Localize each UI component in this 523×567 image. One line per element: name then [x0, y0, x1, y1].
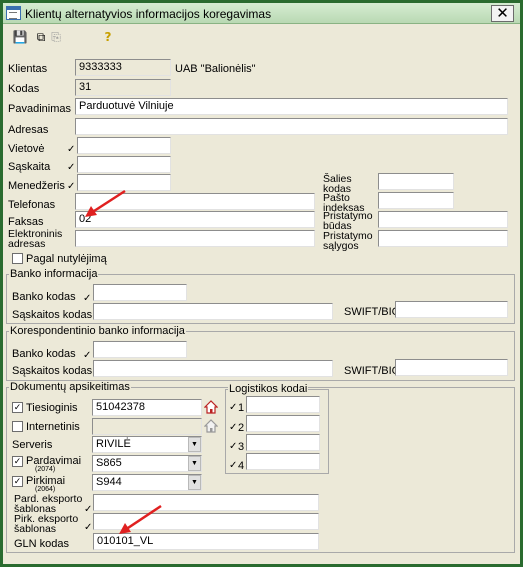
- tiesioginis-field[interactable]: 51042378: [92, 399, 202, 416]
- banko-kodas-field[interactable]: [93, 284, 187, 301]
- koresp-saskaitos-kodas-label: Sąskaitos kodas: [12, 365, 93, 377]
- faksas-label: Faksas: [8, 216, 44, 228]
- banko-swift-label: SWIFT/BIC: [344, 306, 400, 318]
- salies-kodas-field[interactable]: [378, 173, 454, 190]
- vietove-label: Vietovė: [8, 143, 45, 155]
- banko-swift-field[interactable]: [395, 301, 508, 318]
- serveris-label: Serveris: [12, 439, 53, 451]
- window-title: Klientų alternatyvios informacijos koreg…: [25, 7, 272, 21]
- adresas-label: Adresas: [8, 124, 49, 136]
- logistikos-1-field[interactable]: [246, 396, 320, 413]
- pard-eksporto-required-icon: ✓: [84, 504, 93, 515]
- pasto-indeksas-field[interactable]: [378, 192, 454, 209]
- banko-saskaitos-kodas-label: Sąskaitos kodas: [12, 309, 93, 321]
- el-adresas-label: Elektroninis adresas: [8, 228, 63, 250]
- logistikos-2-field[interactable]: [246, 415, 320, 432]
- vietove-field[interactable]: [77, 137, 171, 154]
- pirk-eksporto-required-icon: ✓: [84, 522, 93, 533]
- pirk-eksporto-label: Pirk. eksporto šablonas: [14, 513, 79, 535]
- telefonas-label: Telefonas: [8, 199, 56, 211]
- kodas-label: Kodas: [8, 83, 40, 95]
- el-adresas-field[interactable]: [75, 230, 315, 247]
- house-edit-icon[interactable]: [203, 400, 219, 414]
- pardavimai-checkbox[interactable]: ✓: [12, 456, 23, 467]
- menedzeris-required-icon: ✓: [67, 181, 76, 192]
- pirkimai-select[interactable]: S944: [92, 474, 202, 491]
- dokumentu-title: Dokumentų apsikeitimas: [9, 381, 131, 393]
- logistikos-4-field[interactable]: [246, 453, 320, 470]
- logistikos-2-check-icon: ✓: [229, 422, 238, 433]
- koresp-banko-kodas-required-icon: ✓: [83, 350, 92, 361]
- logistikos-4-num: 4: [238, 460, 245, 472]
- help-icon[interactable]: ?: [99, 29, 117, 45]
- menedzeris-label: Menedžeris: [8, 180, 65, 192]
- arrow-annotation-gln: [119, 504, 162, 534]
- banko-info-title: Banko informacija: [9, 268, 99, 280]
- toolbar: 💾 ⧉ ⎘ ?: [3, 25, 520, 47]
- title-bar: Klientų alternatyvios informacijos koreg…: [3, 3, 520, 24]
- logistikos-1-check-icon: ✓: [229, 402, 238, 413]
- pagal-nutylejima-label: Pagal nutylėjimą: [26, 253, 107, 265]
- tiesioginis-checkbox[interactable]: ✓: [12, 402, 23, 413]
- banko-kodas-label: Banko kodas: [12, 291, 76, 303]
- close-button[interactable]: ✕: [491, 5, 514, 22]
- vietove-required-icon: ✓: [67, 144, 76, 155]
- logistikos-3-field[interactable]: [246, 434, 320, 451]
- pirkimai-dropdown-icon[interactable]: ▼: [188, 475, 201, 490]
- save-icon[interactable]: 💾: [11, 29, 29, 45]
- internetinis-field[interactable]: [92, 418, 202, 435]
- pavadinimas-label: Pavadinimas: [8, 103, 71, 115]
- logistikos-1-num: 1: [238, 402, 245, 414]
- pardavimai-select[interactable]: S865: [92, 455, 202, 472]
- house-edit-icon-disabled[interactable]: [203, 419, 219, 433]
- window-form-icon: [6, 6, 21, 20]
- arrow-annotation-faksas: [85, 189, 126, 217]
- salies-kodas-label: Šalies kodas: [323, 173, 352, 195]
- serveris-dropdown-icon[interactable]: ▼: [188, 437, 201, 452]
- dialog-window: Klientų alternatyvios informacijos koreg…: [0, 0, 523, 567]
- koresp-swift-field[interactable]: [395, 359, 508, 376]
- pristatymo-salygos-field[interactable]: [378, 230, 508, 247]
- saskaita-field[interactable]: [77, 156, 171, 173]
- tiesioginis-label: Tiesioginis: [26, 402, 78, 414]
- koresp-banko-title: Korespondentinio banko informacija: [9, 325, 186, 337]
- pard-eksporto-label: Pard. eksporto šablonas: [14, 493, 83, 515]
- pirkimai-checkbox[interactable]: ✓: [12, 476, 23, 487]
- pristatymo-budas-field[interactable]: [378, 211, 508, 228]
- logistikos-3-check-icon: ✓: [229, 441, 238, 452]
- serveris-select[interactable]: RIVILĖ: [92, 436, 202, 453]
- pagal-nutylejima-checkbox[interactable]: [12, 253, 23, 264]
- internetinis-label: Internetinis: [26, 421, 80, 433]
- pirkimai-code: (2064): [35, 486, 56, 493]
- pavadinimas-field[interactable]: Parduotuvė Vilniuje: [75, 98, 508, 115]
- internetinis-checkbox[interactable]: [12, 421, 23, 432]
- logistikos-2-num: 2: [238, 422, 245, 434]
- pristatymo-salygos-label: Pristatymo sąlygos: [323, 230, 373, 252]
- logistikos-3-num: 3: [238, 441, 245, 453]
- koresp-banko-kodas-label: Banko kodas: [12, 348, 76, 360]
- pristatymo-budas-label: Pristatymo būdas: [323, 210, 373, 232]
- adresas-field[interactable]: [75, 118, 508, 135]
- koresp-swift-label: SWIFT/BIC: [344, 365, 400, 377]
- pardavimai-dropdown-icon[interactable]: ▼: [188, 456, 201, 471]
- logistikos-title: Logistikos kodai: [228, 383, 309, 395]
- logistikos-4-check-icon: ✓: [229, 460, 238, 471]
- pardavimai-code: (2074): [35, 466, 56, 473]
- banko-saskaitos-kodas-field[interactable]: [93, 303, 333, 320]
- koresp-banko-kodas-field[interactable]: [93, 341, 187, 358]
- koresp-saskaitos-kodas-field[interactable]: [93, 360, 333, 377]
- copy-icon[interactable]: ⎘: [47, 29, 65, 45]
- kodas-field[interactable]: 31: [75, 79, 171, 96]
- gln-kodas-label: GLN kodas: [14, 538, 70, 550]
- client-name: UAB "Balionėlis": [175, 63, 256, 75]
- banko-kodas-required-icon: ✓: [83, 293, 92, 304]
- klientas-field[interactable]: 9333333: [75, 59, 171, 76]
- klientas-label: Klientas: [8, 63, 48, 75]
- saskaita-required-icon: ✓: [67, 162, 76, 173]
- saskaita-label: Sąskaita: [8, 161, 51, 173]
